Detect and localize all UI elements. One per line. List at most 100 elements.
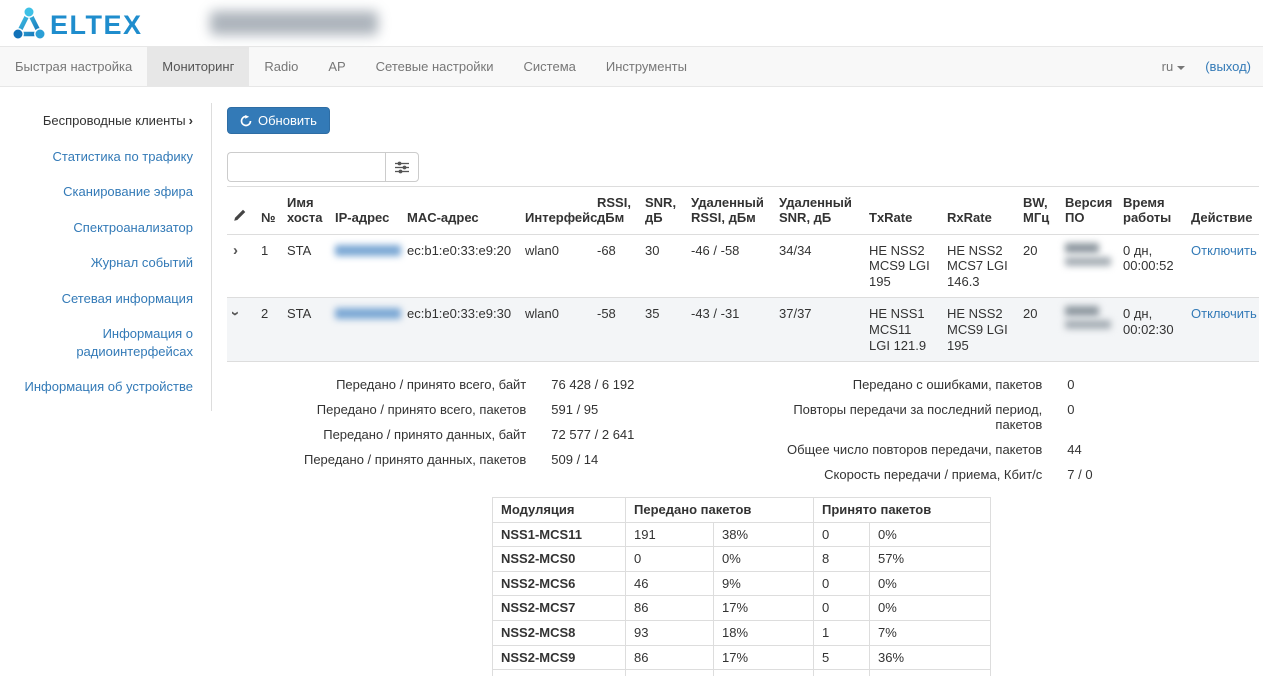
col-header-rssi: RSSI, дБм	[591, 187, 639, 235]
sidebar-item-device-info[interactable]: Информация об устройстве	[0, 369, 211, 405]
mod-tx-count: 86	[626, 645, 714, 670]
client-row-1: › 1 STA ec:b1:e0:33:e9:20 wlan0 -68 30 -…	[227, 234, 1259, 298]
main-nav: Быстрая настройка Мониторинг Radio AP Се…	[0, 46, 1263, 87]
tab-radio[interactable]: Radio	[249, 47, 313, 86]
mod-tx-count: 46	[626, 571, 714, 596]
tab-monitoring[interactable]: Мониторинг	[147, 47, 249, 86]
stat-value: 0	[1042, 377, 1074, 392]
col-header-ip: IP-адрес	[329, 187, 401, 235]
stats-col-left: Передано / принято всего, байт 76 428 / …	[227, 372, 743, 487]
redacted-ip	[335, 245, 401, 256]
cell-rxrate: HE NSS2 MCS9 LGI 195	[941, 298, 1017, 362]
refresh-label: Обновить	[258, 113, 317, 128]
col-header-interface: Интерфейс	[519, 187, 591, 235]
nav-right: ru (выход)	[1162, 47, 1263, 86]
stat-value: 0	[1042, 402, 1074, 432]
body: Беспроводные клиенты› Статистика по траф…	[0, 87, 1263, 676]
tab-quick-setup[interactable]: Быстрая настройка	[0, 47, 147, 86]
cell-rssi: -68	[591, 234, 639, 298]
modulation-row: NSS2-MCS0 0 0% 8 57%	[493, 547, 991, 572]
stat-row: Передано / принято данных, пакетов 509 /…	[227, 447, 743, 472]
cell-bw: 20	[1017, 234, 1059, 298]
cell-snr: 35	[639, 298, 685, 362]
col-header-hostname: Имя хоста	[281, 187, 329, 235]
language-label: ru	[1162, 59, 1174, 74]
col-header-txrate: TxRate	[863, 187, 941, 235]
clients-table: № Имя хоста IP-адрес MAC-адрес Интерфейс…	[227, 186, 1259, 362]
sidebar-item-spectrum-analyzer[interactable]: Спектроанализатор	[0, 210, 211, 246]
sidebar-item-traffic-statistics[interactable]: Статистика по трафику	[0, 139, 211, 175]
cell-interface: wlan0	[519, 234, 591, 298]
logout-link[interactable]: (выход)	[1205, 59, 1251, 74]
refresh-button[interactable]: Обновить	[227, 107, 330, 134]
col-header-action: Действие	[1185, 187, 1259, 235]
modulation-row: NSS2-MCS9 86 17% 5 36%	[493, 645, 991, 670]
stat-row: Общее число повторов передачи, пакетов 4…	[743, 437, 1259, 462]
cell-remote-rssi: -43 / -31	[685, 298, 773, 362]
collapse-chevron-down-icon[interactable]: ›	[228, 311, 243, 316]
tab-network-settings[interactable]: Сетевые настройки	[361, 47, 509, 86]
clients-header-row: № Имя хоста IP-адрес MAC-адрес Интерфейс…	[227, 187, 1259, 235]
mod-rx-count: 1	[814, 620, 870, 645]
cell-txrate: HE NSS1 MCS11 LGI 121.9	[863, 298, 941, 362]
cell-fw-version	[1059, 298, 1117, 362]
mod-col-header-rx: Принято пакетов	[814, 498, 991, 523]
sidebar-item-network-info[interactable]: Сетевая информация	[0, 281, 211, 317]
mod-tx-count: 0	[626, 547, 714, 572]
brand-wordmark: ELTEX	[50, 10, 143, 40]
expand-chevron-right-icon[interactable]: ›	[233, 243, 238, 258]
mod-rx-count: 0	[814, 522, 870, 547]
col-header-fw-version: Версия ПО	[1059, 187, 1117, 235]
mod-rx-pct: 0%	[870, 571, 991, 596]
pencil-icon	[233, 209, 246, 222]
col-header-remote-snr: Удаленный SNR, дБ	[773, 187, 863, 235]
mod-rx-pct: 7%	[870, 620, 991, 645]
cell-action: Отключить	[1185, 234, 1259, 298]
eltex-logo-graphic: ELTEX	[10, 5, 162, 41]
modulation-row: NSS2-MCS6 46 9% 0 0%	[493, 571, 991, 596]
disconnect-link[interactable]: Отключить	[1191, 306, 1257, 321]
mod-tx-count: 191	[626, 522, 714, 547]
cell-remote-snr: 37/37	[773, 298, 863, 362]
col-header-snr: SNR, дБ	[639, 187, 685, 235]
cell-num: 2	[255, 298, 281, 362]
search-input[interactable]	[227, 152, 385, 182]
stat-value: 72 577 / 2 641	[526, 427, 634, 442]
tab-ap[interactable]: AP	[313, 47, 360, 86]
stat-label: Передано / принято всего, пакетов	[227, 402, 526, 417]
modulation-row: NSS2-MCS8 93 18% 1 7%	[493, 620, 991, 645]
cell-uptime: 0 дн, 00:00:52	[1117, 234, 1185, 298]
cell-action: Отключить	[1185, 298, 1259, 362]
mod-name: NSS2-MCS0	[493, 547, 626, 572]
language-dropdown[interactable]: ru	[1162, 59, 1186, 74]
stat-row: Передано / принято всего, байт 76 428 / …	[227, 372, 743, 397]
stat-row: Передано с ошибками, пакетов 0	[743, 372, 1259, 397]
sidebar-item-label: Беспроводные клиенты	[43, 113, 186, 128]
col-header-num: №	[255, 187, 281, 235]
stat-row: Скорость передачи / приема, Кбит/с 7 / 0	[743, 462, 1259, 487]
mod-rx-pct: 36%	[870, 645, 991, 670]
tab-tools[interactable]: Инструменты	[591, 47, 702, 86]
sidebar-item-wireless-clients[interactable]: Беспроводные клиенты›	[0, 103, 211, 139]
stat-value: 7 / 0	[1042, 467, 1092, 482]
mod-tx-pct: 17%	[714, 596, 814, 621]
modulation-row: NSS1-MCS11 191 38% 0 0%	[493, 522, 991, 547]
mod-name: NSS2-MCS6	[493, 571, 626, 596]
mod-rx-count: 0	[814, 571, 870, 596]
content: Обновить	[212, 87, 1263, 676]
disconnect-link[interactable]: Отключить	[1191, 243, 1257, 258]
mod-tx-count: 93	[626, 620, 714, 645]
chevron-right-icon: ›	[189, 113, 193, 128]
mod-rx-count: 0	[814, 596, 870, 621]
sidebar-item-event-log[interactable]: Журнал событий	[0, 245, 211, 281]
tab-system[interactable]: Система	[509, 47, 591, 86]
sidebar-item-radio-interfaces-info[interactable]: Информация о радиоинтерфейсах	[0, 316, 211, 369]
cell-expander: ›	[227, 234, 255, 298]
filter-button[interactable]	[385, 152, 419, 182]
mod-rx-count: 0	[814, 670, 870, 676]
sidebar-item-air-scan[interactable]: Сканирование эфира	[0, 174, 211, 210]
sidebar: Беспроводные клиенты› Статистика по траф…	[0, 87, 212, 676]
modulation-row: NSS2-MCS7 86 17% 0 0%	[493, 596, 991, 621]
cell-ip	[329, 298, 401, 362]
cell-rssi: -58	[591, 298, 639, 362]
